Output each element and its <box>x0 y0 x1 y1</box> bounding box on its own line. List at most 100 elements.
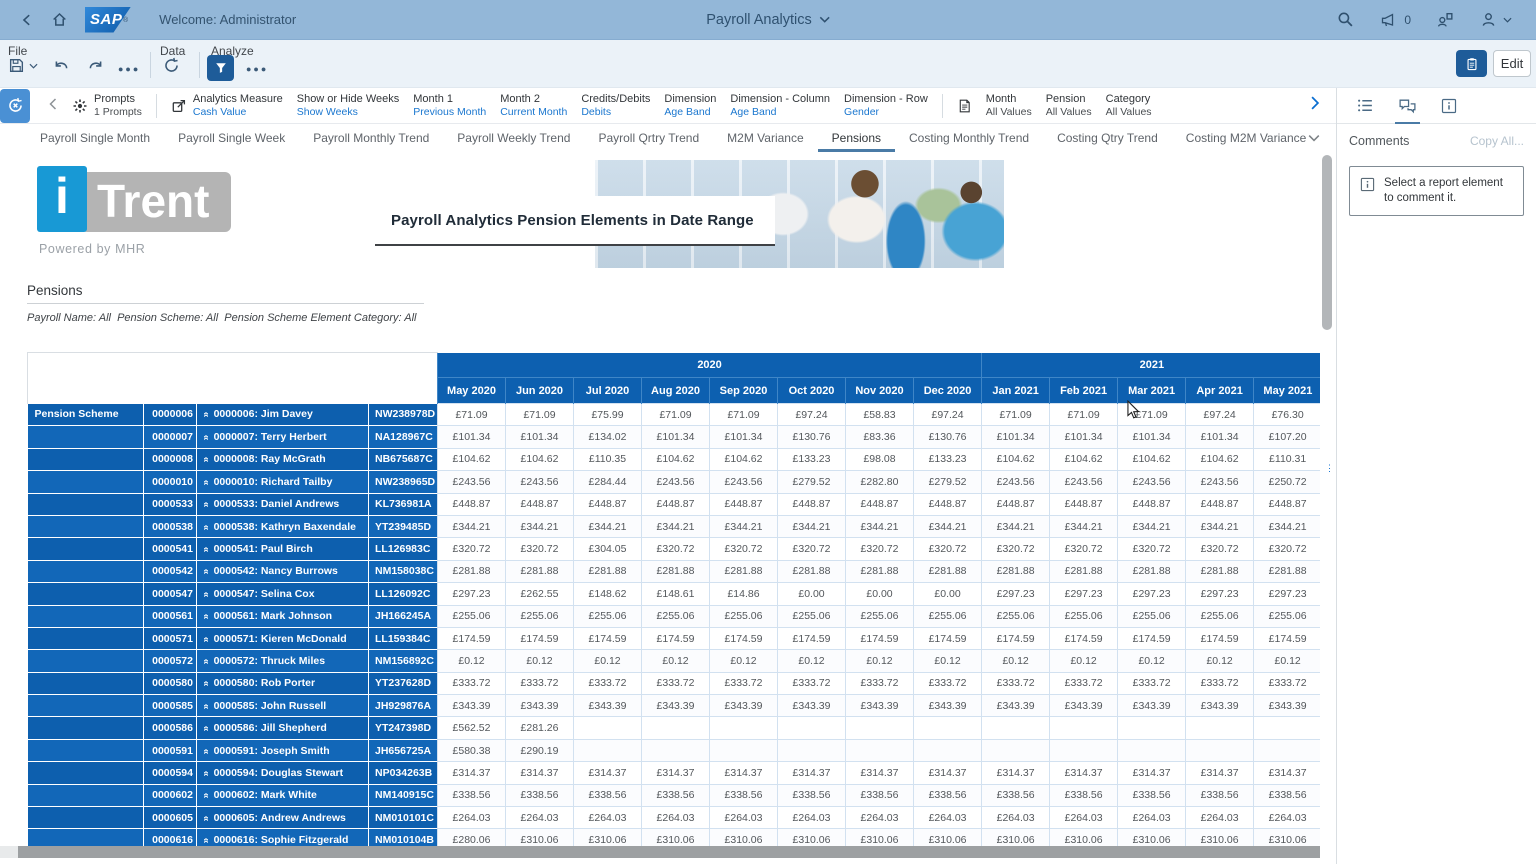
month-header[interactable]: Dec 2020 <box>914 378 982 404</box>
value-cell[interactable]: £281.88 <box>846 560 914 582</box>
value-cell[interactable]: £344.21 <box>982 515 1050 537</box>
value-cell[interactable]: £448.87 <box>1254 493 1320 515</box>
employee-id-cell[interactable]: 0000586 <box>144 717 197 739</box>
value-cell[interactable]: £174.59 <box>1050 627 1118 649</box>
value-cell[interactable]: £281.26 <box>506 717 574 739</box>
back-icon[interactable] <box>20 13 34 27</box>
value-cell[interactable] <box>1118 739 1186 761</box>
reset-filter-button[interactable] <box>0 89 30 123</box>
pension-scheme-cell[interactable] <box>28 807 144 829</box>
employee-id-cell[interactable]: 0000571 <box>144 627 197 649</box>
value-cell[interactable]: £243.56 <box>1050 471 1118 493</box>
month-header[interactable]: Sep 2020 <box>710 378 778 404</box>
value-cell[interactable]: £0.12 <box>642 650 710 672</box>
collapse-icon[interactable]: « <box>200 681 211 687</box>
value-cell[interactable]: £344.21 <box>710 515 778 537</box>
pension-scheme-cell[interactable] <box>28 784 144 806</box>
collapse-icon[interactable]: « <box>200 726 211 732</box>
value-cell[interactable] <box>1186 739 1254 761</box>
value-cell[interactable]: £281.88 <box>914 560 982 582</box>
ribbon-item-category[interactable]: CategoryAll Values <box>1106 93 1152 118</box>
ni-number-cell[interactable]: NM158038C <box>369 560 438 582</box>
value-cell[interactable]: £338.56 <box>1186 784 1254 806</box>
year-header[interactable]: 2020 <box>438 353 982 378</box>
tab-m2m-variance[interactable]: M2M Variance <box>713 124 817 152</box>
collapse-icon[interactable]: « <box>200 435 211 441</box>
value-cell[interactable]: £320.72 <box>982 538 1050 560</box>
value-cell[interactable]: £320.72 <box>778 538 846 560</box>
value-cell[interactable]: £133.23 <box>914 448 982 470</box>
tab-payroll-monthly-trend[interactable]: Payroll Monthly Trend <box>299 124 443 152</box>
value-cell[interactable]: £130.76 <box>778 426 846 448</box>
value-cell[interactable]: £110.35 <box>574 448 642 470</box>
ni-number-cell[interactable]: JH166245A <box>369 605 438 627</box>
ni-number-cell[interactable]: NM156892C <box>369 650 438 672</box>
value-cell[interactable] <box>982 739 1050 761</box>
employee-id-cell[interactable]: 0000591 <box>144 739 197 761</box>
value-cell[interactable]: £338.56 <box>1254 784 1320 806</box>
app-title-dropdown[interactable]: Payroll Analytics <box>706 12 830 28</box>
pension-scheme-cell[interactable] <box>28 627 144 649</box>
ni-number-cell[interactable]: NM010101C <box>369 807 438 829</box>
vertical-scrollbar[interactable] <box>1322 155 1332 330</box>
value-cell[interactable] <box>1254 739 1320 761</box>
year-header[interactable]: 2021 <box>982 353 1320 378</box>
value-cell[interactable]: £110.31 <box>1254 448 1320 470</box>
collapse-icon[interactable]: « <box>200 412 211 418</box>
value-cell[interactable]: £333.72 <box>438 672 506 694</box>
month-header[interactable]: May 2021 <box>1254 378 1320 404</box>
employee-name-cell[interactable]: «0000561: Mark Johnson <box>197 605 369 627</box>
value-cell[interactable] <box>1254 717 1320 739</box>
notifications-icon[interactable] <box>1379 12 1397 28</box>
value-cell[interactable]: £343.39 <box>1118 695 1186 717</box>
pension-scheme-cell[interactable] <box>28 672 144 694</box>
value-cell[interactable]: £448.87 <box>710 493 778 515</box>
value-cell[interactable] <box>642 739 710 761</box>
value-cell[interactable]: £97.24 <box>1186 404 1254 426</box>
value-cell[interactable]: £281.88 <box>506 560 574 582</box>
ribbon-item-dimension[interactable]: DimensionAge Band <box>664 93 716 118</box>
value-cell[interactable]: £343.39 <box>1050 695 1118 717</box>
value-cell[interactable]: £320.72 <box>710 538 778 560</box>
employee-id-cell[interactable]: 0000006 <box>144 404 197 426</box>
value-cell[interactable]: £255.06 <box>438 605 506 627</box>
value-cell[interactable]: £104.62 <box>506 448 574 470</box>
employee-name-cell[interactable]: «0000007: Terry Herbert <box>197 426 369 448</box>
value-cell[interactable] <box>982 717 1050 739</box>
value-cell[interactable]: £281.88 <box>778 560 846 582</box>
value-cell[interactable]: £104.62 <box>1050 448 1118 470</box>
value-cell[interactable]: £297.23 <box>1118 583 1186 605</box>
collapse-icon[interactable]: « <box>200 793 211 799</box>
value-cell[interactable]: £101.34 <box>1118 426 1186 448</box>
value-cell[interactable]: £255.06 <box>710 605 778 627</box>
value-cell[interactable]: £448.87 <box>778 493 846 515</box>
value-cell[interactable]: £333.72 <box>846 672 914 694</box>
ribbon-item-pension[interactable]: PensionAll Values <box>1046 93 1092 118</box>
collapse-icon[interactable]: « <box>200 636 211 642</box>
value-cell[interactable]: £344.21 <box>506 515 574 537</box>
value-cell[interactable]: £243.56 <box>1186 471 1254 493</box>
value-cell[interactable]: £71.09 <box>1050 404 1118 426</box>
value-cell[interactable]: £448.87 <box>914 493 982 515</box>
value-cell[interactable]: £448.87 <box>1186 493 1254 515</box>
value-cell[interactable]: £71.09 <box>438 404 506 426</box>
value-cell[interactable]: £255.06 <box>642 605 710 627</box>
ni-number-cell[interactable]: NB675687C <box>369 448 438 470</box>
value-cell[interactable]: £343.39 <box>1186 695 1254 717</box>
value-cell[interactable]: £333.72 <box>982 672 1050 694</box>
value-cell[interactable]: £71.09 <box>710 404 778 426</box>
collapse-icon[interactable]: « <box>200 838 211 844</box>
value-cell[interactable]: £0.12 <box>846 650 914 672</box>
value-cell[interactable]: £333.72 <box>1118 672 1186 694</box>
value-cell[interactable]: £264.03 <box>506 807 574 829</box>
value-cell[interactable]: £174.59 <box>506 627 574 649</box>
value-cell[interactable]: £297.23 <box>1254 583 1320 605</box>
value-cell[interactable]: £320.72 <box>1118 538 1186 560</box>
value-cell[interactable]: £148.61 <box>642 583 710 605</box>
value-cell[interactable]: £262.55 <box>506 583 574 605</box>
value-cell[interactable]: £0.12 <box>574 650 642 672</box>
value-cell[interactable]: £580.38 <box>438 739 506 761</box>
value-cell[interactable]: £338.56 <box>506 784 574 806</box>
month-header[interactable]: Feb 2021 <box>1050 378 1118 404</box>
value-cell[interactable]: £320.72 <box>1186 538 1254 560</box>
